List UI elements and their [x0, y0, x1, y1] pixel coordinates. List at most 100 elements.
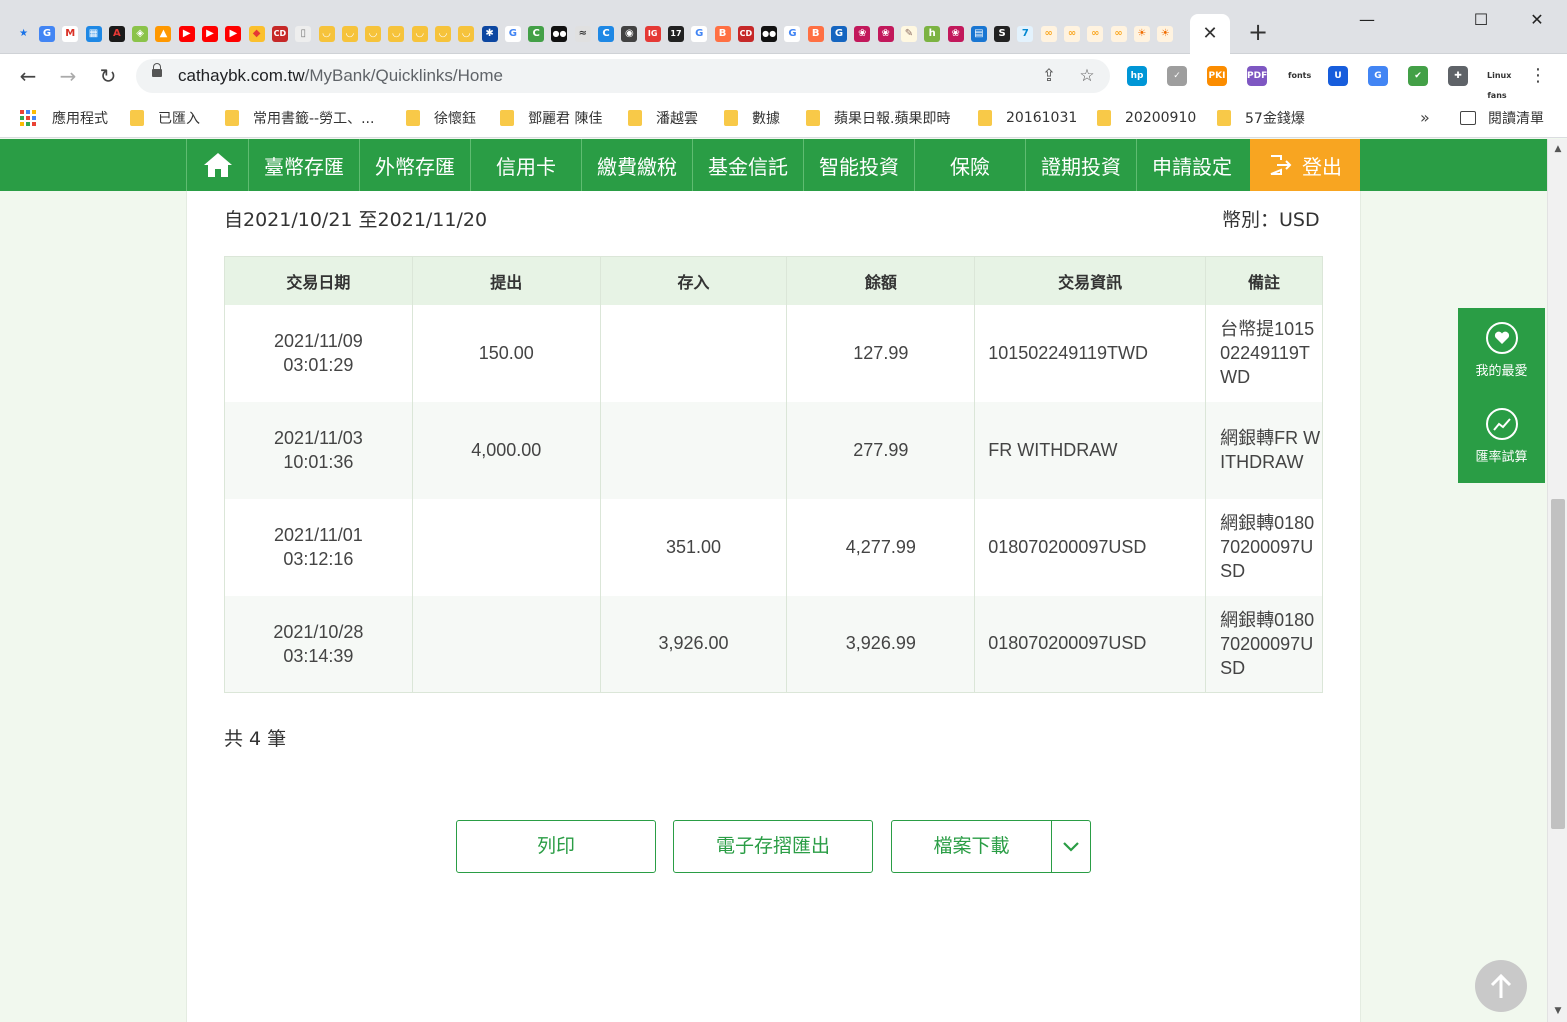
pdf-extension-icon[interactable]: PDF: [1247, 66, 1267, 86]
share-icon[interactable]: ⇪: [1038, 65, 1060, 87]
pinned-tab[interactable]: ◈: [128, 22, 151, 46]
pinned-tab[interactable]: ❀: [851, 22, 874, 46]
scrollbar-thumb[interactable]: [1551, 499, 1565, 829]
bookmark-folder[interactable]: 常用書籤--勞工、...: [225, 108, 374, 128]
pinned-tab[interactable]: G: [781, 22, 804, 46]
bookmark-folder[interactable]: 57金錢爆: [1217, 108, 1305, 128]
pinned-tab[interactable]: ◉: [618, 22, 641, 46]
fx-calculator-shortcut[interactable]: 匯率試算: [1458, 408, 1545, 465]
nav-item-bill-payment[interactable]: 繳費繳稅: [581, 139, 692, 191]
scroll-down-arrow-icon[interactable]: ▼: [1552, 1005, 1564, 1017]
address-bar[interactable]: cathaybk.com.tw/MyBank/Quicklinks/Home ⇪…: [136, 59, 1110, 93]
pinned-tab[interactable]: ▤: [967, 22, 990, 46]
download-file-button[interactable]: 檔案下載: [891, 820, 1052, 873]
scroll-to-top-button[interactable]: [1475, 960, 1527, 1012]
pinned-tab[interactable]: ▶: [198, 22, 221, 46]
pinned-tab[interactable]: ☀: [1154, 22, 1177, 46]
hp-extension-icon[interactable]: hp: [1127, 66, 1147, 86]
bookmark-folder[interactable]: 數據: [724, 108, 780, 128]
nav-item-insurance[interactable]: 保險: [914, 139, 1025, 191]
print-button[interactable]: 列印: [456, 820, 656, 873]
pinned-tab[interactable]: ∞: [1060, 22, 1083, 46]
translate-extension-icon[interactable]: G: [1368, 66, 1388, 86]
url-text[interactable]: cathaybk.com.tw/MyBank/Quicklinks/Home: [178, 66, 503, 86]
pinned-tab[interactable]: ●●: [548, 22, 571, 46]
new-tab-button[interactable]: +: [1244, 18, 1272, 46]
pinned-tab[interactable]: G: [35, 22, 58, 46]
reload-button[interactable]: ↻: [94, 62, 122, 90]
active-tab[interactable]: ✕: [1190, 14, 1230, 54]
pinned-tab[interactable]: ◡: [408, 22, 431, 46]
bookmark-folder[interactable]: 20200910: [1097, 108, 1196, 128]
favorites-shortcut[interactable]: 我的最愛: [1458, 322, 1545, 379]
bookmark-folder[interactable]: 潘越雲: [628, 108, 698, 128]
back-button[interactable]: ←: [14, 62, 42, 90]
pinned-tab[interactable]: IG: [641, 22, 664, 46]
nav-item-settings[interactable]: 申請設定: [1136, 139, 1247, 191]
pinned-tab[interactable]: ◡: [361, 22, 384, 46]
nav-home-button[interactable]: [186, 139, 248, 191]
nav-item-fund-trust[interactable]: 基金信託: [692, 139, 803, 191]
pinned-tab[interactable]: ✎: [897, 22, 920, 46]
pinned-tab[interactable]: ▯: [292, 22, 315, 46]
page-scrollbar[interactable]: ▲ ▼: [1547, 139, 1567, 1022]
linux-fans-extension-icon[interactable]: Linux fans: [1487, 66, 1511, 100]
pinned-tab[interactable]: S: [990, 22, 1013, 46]
pinned-tab[interactable]: ∞: [1084, 22, 1107, 46]
nav-item-credit-card[interactable]: 信用卡: [470, 139, 581, 191]
logout-button[interactable]: 登出: [1250, 139, 1360, 191]
pinned-tab[interactable]: 7: [1014, 22, 1037, 46]
nav-item-robo-advisor[interactable]: 智能投資: [803, 139, 914, 191]
fonts-extension-icon[interactable]: fonts: [1288, 66, 1311, 86]
pinned-tab[interactable]: C: [594, 22, 617, 46]
download-format-dropdown[interactable]: [1051, 820, 1091, 873]
pinned-tab[interactable]: ❀: [874, 22, 897, 46]
pinned-tab[interactable]: ▶: [222, 22, 245, 46]
pinned-tab[interactable]: ◡: [385, 22, 408, 46]
nav-item-foreign-deposit[interactable]: 外幣存匯: [359, 139, 470, 191]
forward-button[interactable]: →: [54, 62, 82, 90]
pinned-tab[interactable]: B: [804, 22, 827, 46]
pinned-tab[interactable]: G: [827, 22, 850, 46]
pinned-tab[interactable]: ▲: [152, 22, 175, 46]
lock-icon[interactable]: [152, 63, 162, 77]
pinned-tab[interactable]: A: [105, 22, 128, 46]
pinned-tab[interactable]: ☀: [1130, 22, 1153, 46]
close-window-button[interactable]: ✕: [1514, 6, 1560, 34]
shield-extension-icon[interactable]: ✔: [1408, 66, 1428, 86]
bookmark-folder[interactable]: 蘋果日報.蘋果即時: [806, 108, 950, 128]
pinned-tab[interactable]: ∞: [1107, 22, 1130, 46]
pinned-tab[interactable]: ●●: [758, 22, 781, 46]
export-passbook-button[interactable]: 電子存摺匯出: [673, 820, 873, 873]
pinned-tab[interactable]: ≈: [571, 22, 594, 46]
tab-close-icon[interactable]: ✕: [1202, 25, 1217, 43]
pinned-tab[interactable]: M: [59, 22, 82, 46]
pinned-tab[interactable]: ◡: [455, 22, 478, 46]
pinned-tab[interactable]: ◡: [338, 22, 361, 46]
reading-list-button[interactable]: 閱讀清單: [1460, 108, 1544, 128]
bookmark-folder[interactable]: 徐懷鈺: [406, 108, 476, 128]
pinned-tab[interactable]: ◡: [315, 22, 338, 46]
chrome-menu-icon[interactable]: ⋮: [1528, 62, 1548, 90]
bookmarks-overflow-button[interactable]: »: [1420, 108, 1430, 127]
pinned-tab[interactable]: CD: [734, 22, 757, 46]
minimize-button[interactable]: —: [1344, 6, 1390, 34]
bitwarden-icon[interactable]: U: [1328, 66, 1348, 86]
pinned-tab[interactable]: G: [688, 22, 711, 46]
pinned-tab[interactable]: ✱: [478, 22, 501, 46]
bookmark-folder[interactable]: 鄧麗君 陳佳: [500, 108, 602, 128]
pinned-tab[interactable]: C: [525, 22, 548, 46]
maximize-button[interactable]: ☐: [1458, 6, 1504, 34]
check-extension-icon[interactable]: ✓: [1167, 66, 1187, 86]
pinned-tab[interactable]: h: [921, 22, 944, 46]
nav-item-twd-deposit[interactable]: 臺幣存匯: [248, 139, 359, 191]
pinned-tab[interactable]: ∞: [1037, 22, 1060, 46]
bookmark-star-icon[interactable]: ☆: [1076, 65, 1098, 87]
smart-pki-extension-icon[interactable]: PKI: [1207, 66, 1227, 86]
pinned-tab[interactable]: CD: [268, 22, 291, 46]
pinned-tab[interactable]: 17: [664, 22, 687, 46]
pinned-tab[interactable]: ★: [12, 22, 35, 46]
bookmark-apps[interactable]: 應用程式: [20, 108, 108, 128]
bookmark-folder[interactable]: 已匯入: [130, 108, 200, 128]
pinned-tab[interactable]: ▶: [175, 22, 198, 46]
